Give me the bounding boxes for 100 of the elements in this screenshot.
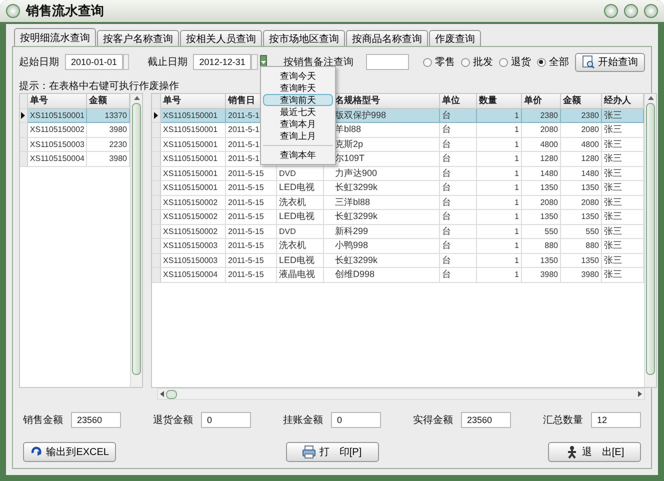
close-button[interactable]: [644, 4, 658, 18]
total-field: 0: [331, 412, 381, 428]
minimize-button[interactable]: [604, 4, 618, 18]
field-label: 按销售备注查询: [284, 56, 354, 69]
table-cell: 2380: [522, 108, 561, 123]
table-cell: 2080: [561, 196, 602, 210]
maximize-button[interactable]: [624, 4, 638, 18]
tab[interactable]: 按市场地区查询: [263, 30, 345, 46]
table-cell: 台: [440, 239, 477, 254]
menu-item[interactable]: 查询昨天: [263, 82, 333, 94]
table-cell: 880: [522, 239, 561, 254]
arrow-right-icon: [638, 391, 642, 397]
table-cell: 1: [477, 210, 522, 224]
table-cell: 台: [440, 268, 477, 282]
table-cell: 2011-5-15: [226, 196, 277, 210]
table-cell: 1280: [561, 152, 602, 166]
row-pointer-icon: [154, 112, 158, 119]
table-cell: 13370: [87, 108, 130, 123]
table-cell: XS1105150002: [28, 123, 88, 138]
search-icon: [582, 55, 595, 69]
column-header[interactable]: 单位: [440, 94, 477, 108]
search-button[interactable]: 开始查询: [574, 52, 645, 72]
column-header[interactable]: 单号: [28, 94, 88, 108]
table-cell: XS1105150001: [161, 152, 226, 166]
menu-item[interactable]: 查询前天: [263, 94, 333, 106]
table-cell: 1480: [522, 166, 561, 181]
table-cell: XS1105150001: [161, 123, 226, 138]
button[interactable]: 打 印[P]: [286, 442, 378, 462]
table-cell: 1: [477, 239, 522, 254]
table-cell: 台: [440, 152, 477, 166]
radio-option[interactable]: 全部: [536, 55, 569, 69]
date-field[interactable]: 2012-12-31: [193, 54, 252, 70]
table-cell: 台: [440, 181, 477, 196]
table-cell: 4800: [561, 138, 602, 152]
row-header[interactable]: [20, 108, 28, 123]
table-cell: 3980: [522, 268, 561, 282]
total-field: 23560: [71, 412, 121, 428]
table-cell: 1350: [522, 210, 561, 224]
scrollbar[interactable]: [130, 94, 142, 387]
table-cell: XS1105150003: [161, 239, 226, 254]
table-cell: LED电视: [277, 181, 324, 196]
scrollbar-thumb[interactable]: [646, 103, 655, 375]
table-cell: 1: [477, 224, 522, 239]
table-cell: 2011-5-15: [226, 254, 277, 268]
table-cell: XS1105150004: [161, 268, 226, 282]
column-header[interactable]: 单价: [522, 94, 561, 108]
column-header[interactable]: 单号: [161, 94, 226, 108]
table-cell: 1350: [561, 254, 602, 268]
table-cell: 1: [477, 268, 522, 282]
table-cell: 1: [477, 108, 522, 123]
table-cell: XS1105150004: [28, 152, 88, 166]
horizontal-scrollbar[interactable]: [157, 388, 645, 400]
table-cell: 1350: [561, 181, 602, 196]
tab[interactable]: 按商品名称查询: [346, 30, 428, 46]
column-header[interactable]: 金额: [561, 94, 602, 108]
arrow-up-icon: [134, 96, 140, 100]
table-cell: 三洋bl88: [324, 196, 440, 210]
window-title: 销售流水查询: [26, 2, 105, 20]
table-cell: XS1105150003: [161, 254, 226, 268]
radio-option[interactable]: 退货: [498, 55, 531, 69]
table-cell: XS1105150001: [161, 108, 226, 123]
scrollbar-thumb[interactable]: [166, 390, 177, 398]
table-cell: 长虹3299k: [324, 254, 440, 268]
table-cell: XS1105150002: [161, 196, 226, 210]
printer-icon: [302, 445, 316, 459]
table-cell: LED电视: [277, 254, 324, 268]
scrollbar-thumb[interactable]: [132, 103, 141, 375]
table-cell: 长虹3299k: [324, 181, 440, 196]
button[interactable]: 输出到EXCEL: [23, 442, 116, 462]
scrollbar[interactable]: [644, 94, 656, 387]
total-label: 挂账金额: [283, 414, 323, 427]
table-cell: 1: [477, 166, 522, 181]
table-cell: 1350: [561, 210, 602, 224]
button[interactable]: 退 出[E]: [548, 442, 641, 462]
remark-field[interactable]: [366, 54, 410, 70]
hint-text: 提示：在表格中右键可执行作废操作: [19, 80, 179, 93]
menu-item[interactable]: 查询今天: [263, 70, 333, 82]
caret-icon: [260, 60, 266, 64]
column-header[interactable]: 数量: [477, 94, 522, 108]
table-cell: 台: [440, 138, 477, 152]
row-header[interactable]: [152, 108, 161, 123]
table-cell: 洗衣机: [277, 196, 324, 210]
tab[interactable]: 按明细流水查询: [14, 28, 96, 46]
column-header[interactable]: 经办人: [602, 94, 644, 108]
date-field[interactable]: 2010-01-01: [65, 54, 124, 70]
radio-option[interactable]: 批发: [460, 55, 493, 69]
table-cell: 台: [440, 108, 477, 123]
app-icon: [6, 4, 20, 18]
table-cell: 550: [522, 224, 561, 239]
field-label: 截止日期: [147, 56, 188, 69]
table-cell: 1: [477, 123, 522, 138]
radio-option[interactable]: 零售: [422, 55, 455, 69]
table-cell: 1480: [561, 166, 602, 181]
column-header[interactable]: 金额: [87, 94, 130, 108]
table-cell: 2011-5-15: [226, 268, 277, 282]
total-field: 0: [201, 412, 251, 428]
table-cell: 新科299: [324, 224, 440, 239]
tab[interactable]: 按客户名称查询: [97, 30, 179, 46]
tab[interactable]: 作废查询: [429, 30, 481, 46]
tab[interactable]: 按相关人员查询: [180, 30, 262, 46]
